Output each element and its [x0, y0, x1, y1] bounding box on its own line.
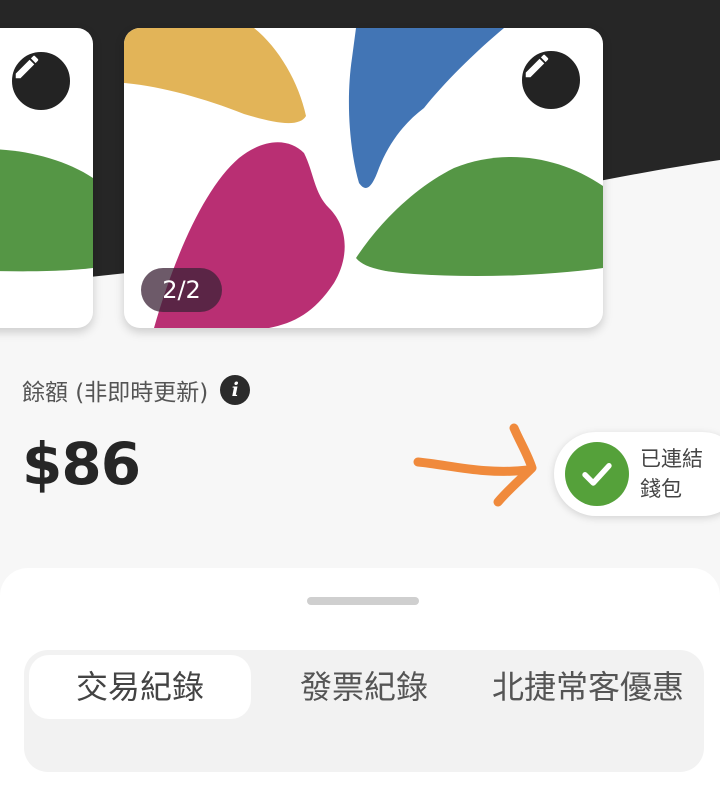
pencil-icon [525, 54, 549, 78]
balance-amount: $86 [22, 430, 141, 498]
card-page-indicator: 2/2 [141, 268, 222, 312]
tab-invoices[interactable]: 發票紀錄 [274, 663, 454, 711]
pencil-icon [15, 55, 39, 79]
previous-card[interactable] [0, 28, 93, 328]
transit-card[interactable]: 2/2 [124, 28, 603, 328]
check-icon [565, 442, 629, 506]
wallet-status-label: 已連結錢包 [640, 447, 703, 501]
bottom-sheet: 交易紀錄 發票紀錄 北捷常客優惠 [0, 568, 720, 808]
wallet-linked-button[interactable]: 已連結錢包 [554, 432, 720, 516]
balance-label-row: 餘額 (非即時更新) i [22, 373, 251, 407]
arrow-annotation-icon [413, 423, 537, 507]
tab-transactions[interactable]: 交易紀錄 [29, 655, 251, 719]
edit-card-button[interactable] [10, 50, 72, 112]
info-icon[interactable]: i [220, 375, 251, 405]
balance-label: 餘額 (非即時更新) [22, 380, 209, 406]
sheet-drag-handle[interactable] [307, 597, 419, 605]
tab-frequent-rider-offers[interactable]: 北捷常客優惠 [488, 663, 688, 711]
tab-bar: 交易紀錄 發票紀錄 北捷常客優惠 [24, 650, 704, 772]
edit-card-button[interactable] [520, 49, 582, 111]
